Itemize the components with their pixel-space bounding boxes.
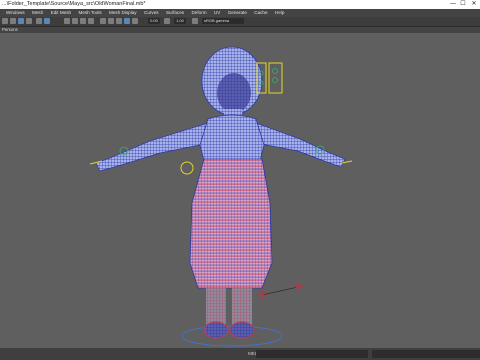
right-shoe-mesh — [229, 321, 255, 339]
menu-curves[interactable]: Curves — [144, 9, 159, 17]
grid-icon[interactable] — [26, 18, 32, 24]
pole-vector-line — [261, 286, 299, 296]
menu-bar: Windows Mesh Edit Mesh Mesh Tools Mesh D… — [0, 9, 480, 17]
menu-generate[interactable]: Generate — [228, 9, 247, 17]
left-shoe-mesh — [203, 321, 229, 339]
dress-mesh — [189, 158, 273, 289]
torso-mesh — [199, 114, 265, 162]
isolate-icon[interactable] — [132, 18, 138, 24]
camera-icon[interactable] — [18, 18, 24, 24]
menu-mesh-tools[interactable]: Mesh Tools — [78, 9, 101, 17]
maximize-button[interactable]: ☐ — [458, 0, 468, 9]
render-icon[interactable] — [108, 18, 114, 24]
face-mesh — [217, 73, 251, 113]
snap-curve-icon[interactable] — [72, 18, 78, 24]
value-b-field[interactable]: 1.00 — [174, 18, 186, 24]
ipr-icon[interactable] — [116, 18, 122, 24]
left-leg-mesh — [206, 287, 226, 325]
snap-view-icon[interactable] — [88, 18, 94, 24]
history-icon[interactable] — [100, 18, 106, 24]
status-bar: MEL — [0, 348, 480, 360]
mel-label: MEL — [248, 351, 258, 356]
light-icon[interactable] — [124, 18, 130, 24]
window-title: ...\Folder_Template\Source\Maya_src\OldW… — [2, 1, 146, 7]
command-feedback-field — [372, 350, 480, 358]
panel-label: Persons — [2, 27, 18, 32]
snap-grid-icon[interactable] — [64, 18, 70, 24]
left-arm-mesh — [95, 122, 211, 172]
menu-windows[interactable]: Windows — [6, 9, 25, 17]
viewport-canvas[interactable] — [0, 33, 480, 348]
right-leg-mesh — [232, 287, 252, 325]
menu-mesh[interactable]: Mesh — [32, 9, 43, 17]
shaded-icon[interactable] — [36, 18, 42, 24]
close-button[interactable]: ✕ — [469, 0, 479, 9]
lasso-select-icon[interactable] — [2, 18, 8, 24]
color-space-select[interactable]: sRGB gamma — [202, 18, 244, 24]
menu-edit-mesh[interactable]: Edit Mesh — [51, 9, 71, 17]
hip-control[interactable] — [180, 161, 194, 175]
eye-control-l[interactable] — [272, 68, 278, 74]
eye-control-r[interactable] — [272, 77, 278, 83]
viewport[interactable] — [0, 33, 480, 348]
menu-uv[interactable]: UV — [214, 9, 220, 17]
menu-deform[interactable]: Deform — [191, 9, 206, 17]
menu-mesh-display[interactable]: Mesh Display — [109, 9, 137, 17]
menu-help[interactable]: Help — [275, 9, 284, 17]
toolbar: 0.00 1.00 sRGB gamma — [0, 17, 480, 27]
value-a-field[interactable]: 0.00 — [148, 18, 160, 24]
snap-point-icon[interactable] — [80, 18, 86, 24]
color-mgmt-icon[interactable] — [192, 18, 198, 24]
right-arm-mesh — [255, 122, 346, 168]
menu-cache[interactable]: Cache — [254, 9, 267, 17]
move-tool-icon[interactable] — [10, 18, 16, 24]
exposure-icon[interactable] — [164, 18, 170, 24]
minimize-button[interactable]: — — [448, 0, 458, 9]
facial-control-panel-2[interactable] — [268, 62, 283, 94]
menu-surfaces[interactable]: Surfaces — [166, 9, 184, 17]
title-bar: ...\Folder_Template\Source\Maya_src\OldW… — [0, 0, 480, 9]
command-line-input[interactable] — [256, 350, 368, 358]
wireframe-icon[interactable] — [44, 18, 50, 24]
